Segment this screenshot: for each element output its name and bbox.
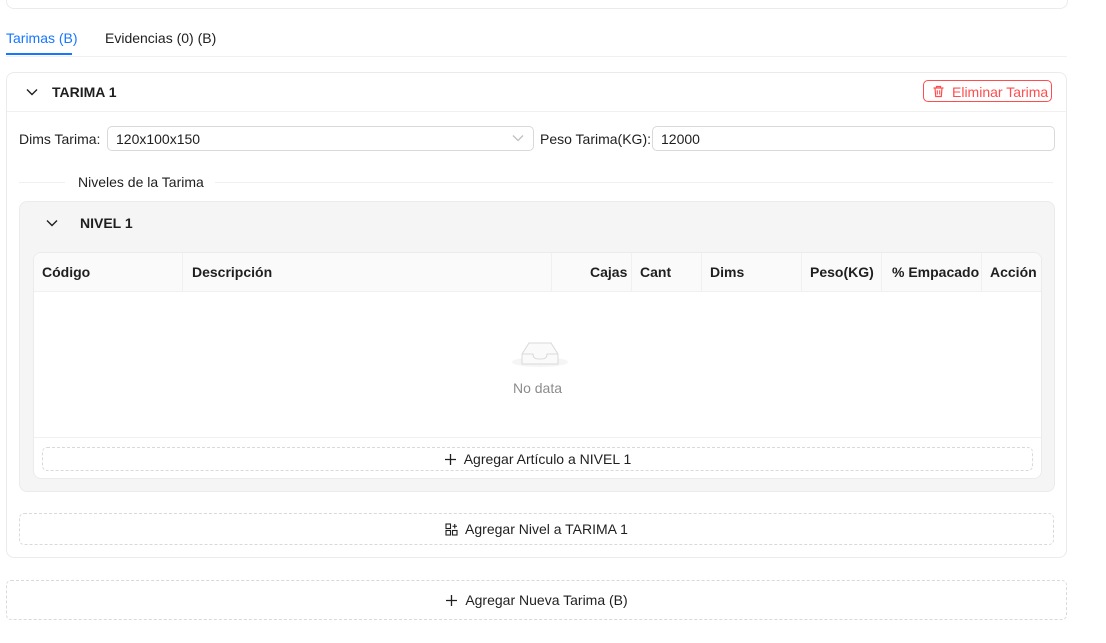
plus-icon [444,454,456,465]
peso-tarima-input[interactable]: 12000 [652,126,1055,151]
plus-icon [446,595,458,606]
col-descripcion: Descripción [192,264,273,280]
levels-divider-text: Niveles de la Tarima [78,174,204,190]
column-separator [551,253,552,291]
col-empacado: % Empacado [892,264,980,280]
table-header: Código Descripción Cajas Cant Dims Peso(… [34,253,1041,292]
add-item-button[interactable]: Agregar Artículo a NIVEL 1 [42,447,1033,471]
column-separator [981,253,982,291]
col-cajas: Cajas [590,264,628,280]
tarima-card: TARIMA 1 Eliminar Tarima Dims Tarima: 12… [6,72,1067,558]
empty-inbox-icon [512,342,568,367]
chevron-down-icon [512,135,524,142]
nivel-title: NIVEL 1 [80,215,133,231]
table-footer-divider [34,437,1041,438]
empty-state-text: No data [512,380,563,396]
dims-tarima-select[interactable]: 120x100x150 [107,126,534,151]
column-separator [631,253,632,291]
trash-icon [933,85,944,98]
column-separator [701,253,702,291]
tab-evidencias[interactable]: Evidencias (0) (B) [105,30,216,46]
peso-tarima-label: Peso Tarima(KG): [540,131,651,147]
add-level-button[interactable]: Agregar Nivel a TARIMA 1 [19,513,1054,545]
col-peso: Peso(KG) [810,264,874,280]
col-dims: Dims [710,264,745,280]
add-level-label: Agregar Nivel a TARIMA 1 [465,521,628,537]
col-codigo: Código [42,264,91,280]
dims-tarima-label: Dims Tarima: [19,131,101,147]
col-cant: Cant [640,264,672,280]
add-item-label: Agregar Artículo a NIVEL 1 [463,451,632,467]
divider-line-right [215,182,1053,183]
delete-tarima-button[interactable]: Eliminar Tarima [923,80,1052,102]
delete-tarima-label: Eliminar Tarima [952,84,1049,100]
divider-line-left [19,182,65,183]
items-table: Código Descripción Cajas Cant Dims Peso(… [33,252,1042,479]
tab-tarimas[interactable]: Tarimas (B) [6,30,78,46]
tarima-header[interactable]: TARIMA 1 Eliminar Tarima [7,73,1066,112]
add-tarima-button[interactable]: Agregar Nueva Tarima (B) [6,580,1067,620]
nivel-panel: NIVEL 1 Código Descripción Cajas Cant Di… [19,201,1055,492]
column-separator [182,253,183,291]
tarima-title: TARIMA 1 [52,84,117,100]
previous-card [6,0,1068,9]
add-tarima-label: Agregar Nueva Tarima (B) [465,592,628,608]
chevron-down-icon[interactable] [25,85,39,99]
active-tab-indicator [6,53,72,55]
chevron-down-icon[interactable] [45,216,59,230]
column-separator [881,253,882,291]
col-accion: Acción [990,264,1037,280]
dims-tarima-value: 120x100x150 [116,131,201,147]
column-separator [801,253,802,291]
peso-tarima-value: 12000 [661,131,700,147]
add-level-icon [445,523,458,536]
tabs-bar: Tarimas (B) Evidencias (0) (B) [6,22,1067,57]
